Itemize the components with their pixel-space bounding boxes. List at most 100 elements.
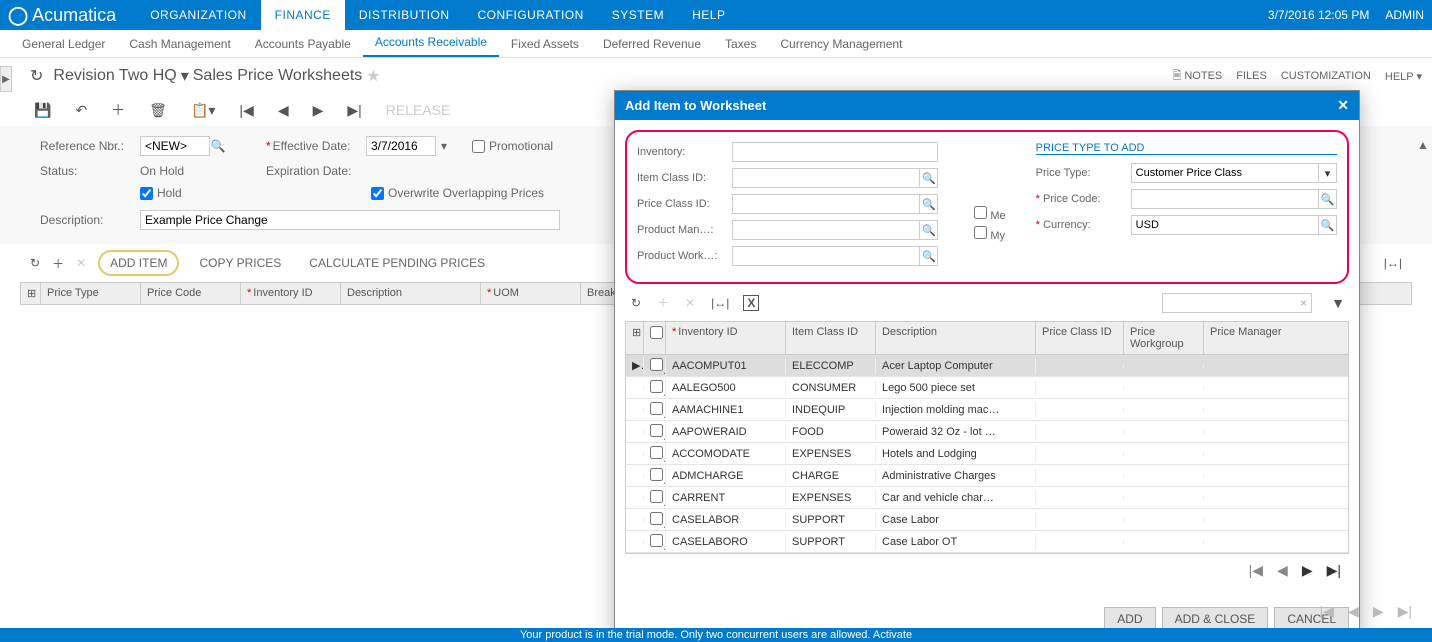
product-work-lookup-icon[interactable]: 🔍 [920,246,938,266]
dlg-col-price-class[interactable]: Price Class ID [1036,322,1124,354]
add-item-button[interactable]: ADD ITEM [98,250,179,276]
row-checkbox[interactable] [644,510,666,530]
notes-link[interactable]: 🗎 NOTES [1172,67,1222,86]
row-checkbox[interactable] [644,378,666,398]
dlg-first-page-icon[interactable]: |◀ [1249,562,1263,579]
dlg-last-page-icon[interactable]: ▶| [1327,562,1341,579]
col-uom[interactable]: UOM [481,283,581,304]
table-row[interactable]: ADMCHARGECHARGEAdministrative Charges [626,465,1348,487]
side-expand-tab[interactable]: ▶ [0,66,12,92]
clipboard-icon[interactable]: 📋▾ [187,100,219,121]
next-icon[interactable]: ▶ [309,100,328,121]
help-link[interactable]: HELP ▾ [1385,70,1422,83]
main-prev-icon[interactable]: ◀ [1348,603,1359,620]
dlg-col-price-workgroup[interactable]: Price Workgroup [1124,322,1204,354]
me-checkbox[interactable] [974,206,987,219]
my-checkbox-row[interactable]: My [974,226,1005,242]
table-row[interactable]: CASELABOROSUPPORTCase Labor OT [626,531,1348,553]
row-checkbox[interactable] [644,444,666,464]
grid-add-icon[interactable]: ＋ [52,255,64,272]
my-checkbox[interactable] [974,226,987,239]
subnav-general-ledger[interactable]: General Ledger [10,31,117,57]
customization-link[interactable]: CUSTOMIZATION [1281,70,1371,82]
dlg-col-price-manager[interactable]: Price Manager [1204,322,1294,354]
header-user[interactable]: ADMIN [1385,8,1424,22]
main-next-icon[interactable]: ▶ [1373,603,1384,620]
table-row[interactable]: CARRENTEXPENSESCar and vehicle char… [626,487,1348,509]
table-row[interactable]: AALEGO500CONSUMERLego 500 piece set [626,377,1348,399]
nav-organization[interactable]: ORGANIZATION [136,0,260,30]
subnav-taxes[interactable]: Taxes [713,31,768,57]
first-icon[interactable]: |◀ [235,100,257,121]
col-price-code[interactable]: Price Code [141,283,241,304]
hold-checkbox[interactable] [140,187,153,200]
row-checkbox[interactable] [644,400,666,420]
table-row[interactable]: ▶AACOMPUT01ELECCOMPAcer Laptop Computer [626,355,1348,377]
grid-refresh-icon[interactable]: ↻ [30,256,40,270]
price-code-input[interactable] [1131,189,1319,209]
price-type-dropdown-icon[interactable]: ▾ [1319,163,1337,183]
col-price-type[interactable]: Price Type [41,283,141,304]
table-row[interactable]: AAMACHINE1INDEQUIPInjection molding mac… [626,399,1348,421]
row-checkbox[interactable] [644,488,666,508]
subnav-accounts-payable[interactable]: Accounts Payable [243,31,363,57]
price-code-lookup-icon[interactable]: 🔍 [1319,189,1337,209]
star-icon[interactable]: ★ [366,66,380,86]
product-work-input[interactable] [732,246,920,266]
row-checkbox[interactable] [644,356,666,376]
subnav-cash-management[interactable]: Cash Management [117,31,242,57]
nav-distribution[interactable]: DISTRIBUTION [345,0,464,30]
dlg-row-menu-icon[interactable]: ⊞ [626,322,644,354]
calc-pending-prices-button[interactable]: CALCULATE PENDING PRICES [301,252,493,274]
breadcrumb-company[interactable]: Revision Two HQ [53,67,176,85]
item-class-input[interactable] [732,168,920,188]
description-input[interactable] [140,210,560,230]
save-icon[interactable]: 💾 [30,100,55,121]
nav-help[interactable]: HELP [678,0,739,30]
row-checkbox[interactable] [644,422,666,442]
table-row[interactable]: AAPOWERAIDFOODPoweraid 32 Oz - lot … [626,421,1348,443]
currency-input[interactable] [1131,215,1319,235]
last-icon[interactable]: ▶| [343,100,365,121]
dlg-search-clear-icon[interactable]: × [1300,296,1307,310]
price-type-select[interactable] [1131,163,1319,183]
subnav-deferred-revenue[interactable]: Deferred Revenue [591,31,713,57]
refresh-icon[interactable]: ↻ [30,66,43,86]
undo-icon[interactable]: ↶ [71,100,91,121]
nav-system[interactable]: SYSTEM [598,0,678,30]
dialog-close-icon[interactable]: ✕ [1337,97,1349,114]
delete-icon[interactable]: 🗑 [145,100,171,121]
subnav-currency-management[interactable]: Currency Management [768,31,914,57]
dlg-next-page-icon[interactable]: ▶ [1302,562,1313,579]
item-class-lookup-icon[interactable]: 🔍 [920,168,938,188]
dlg-col-item-class[interactable]: Item Class ID [786,322,876,354]
dlg-filter-icon[interactable]: ▼ [1331,295,1345,311]
nav-finance[interactable]: FINANCE [261,0,345,30]
product-man-lookup-icon[interactable]: 🔍 [920,220,938,240]
subnav-fixed-assets[interactable]: Fixed Assets [499,31,591,57]
price-class-input[interactable] [732,194,920,214]
dlg-search-input[interactable] [1162,293,1312,313]
price-class-lookup-icon[interactable]: 🔍 [920,194,938,214]
dlg-fit-icon[interactable]: |↔| [709,294,731,312]
dlg-col-inventory-id[interactable]: Inventory ID [666,322,786,354]
eff-date-dropdown-icon[interactable]: ▾ [436,139,452,153]
me-checkbox-row[interactable]: Me [974,206,1005,222]
nav-configuration[interactable]: CONFIGURATION [464,0,598,30]
grid-fit-icon[interactable]: |↔| [1384,256,1402,270]
currency-lookup-icon[interactable]: 🔍 [1319,215,1337,235]
dlg-prev-page-icon[interactable]: ◀ [1277,562,1288,579]
table-row[interactable]: CASELABORSUPPORTCase Labor [626,509,1348,531]
ref-nbr-input[interactable] [140,136,210,156]
ref-nbr-lookup-icon[interactable]: 🔍 [210,139,226,153]
scroll-up-icon[interactable]: ▲ [1414,138,1432,156]
overwrite-checkbox[interactable] [371,187,384,200]
main-last-icon[interactable]: ▶| [1398,603,1412,620]
prev-icon[interactable]: ◀ [274,100,293,121]
promotional-checkbox[interactable] [472,140,485,153]
table-row[interactable]: ACCOMODATEEXPENSESHotels and Lodging [626,443,1348,465]
col-description[interactable]: Description [341,283,481,304]
copy-prices-button[interactable]: COPY PRICES [191,252,289,274]
dlg-refresh-icon[interactable]: ↻ [629,294,643,312]
row-checkbox[interactable] [644,466,666,486]
